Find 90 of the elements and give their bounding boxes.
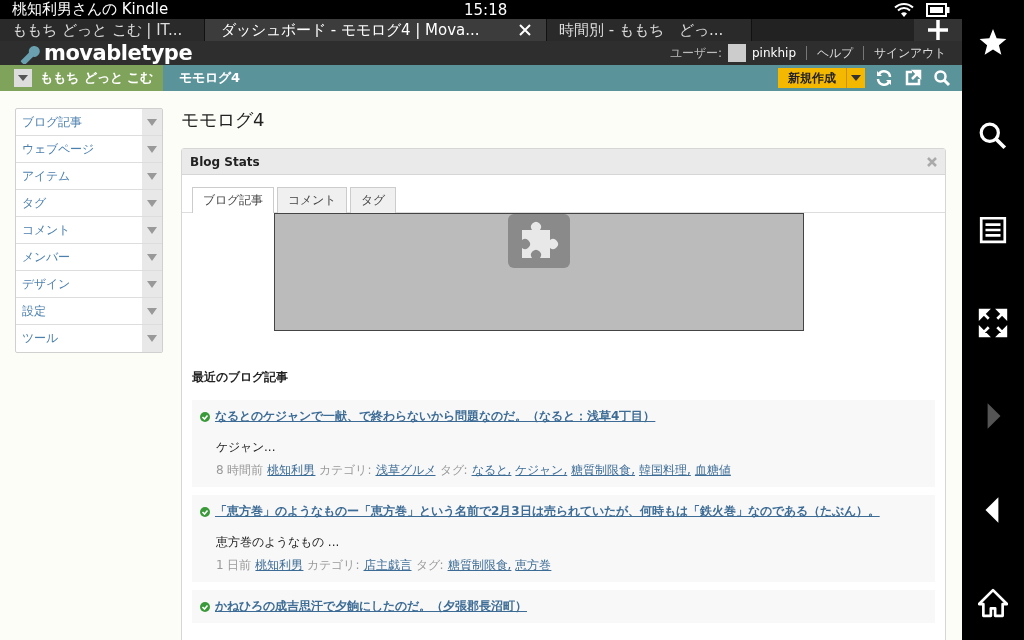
user-label: ユーザー: bbox=[669, 44, 722, 62]
caret-icon bbox=[147, 280, 157, 288]
caret-icon bbox=[147, 118, 157, 126]
tag-link[interactable]: 糖質制限食, bbox=[571, 462, 636, 479]
caret-icon bbox=[147, 145, 157, 153]
tab-title: ももち どっと こむ | IT... bbox=[12, 20, 183, 40]
entry-excerpt: 恵方巻のようなもの ... bbox=[216, 534, 341, 551]
header-link[interactable]: ヘルプ bbox=[817, 44, 853, 62]
dropdown-toggle[interactable] bbox=[142, 298, 162, 324]
caret-icon bbox=[147, 226, 157, 234]
entry-time: 1 日前 bbox=[216, 557, 252, 574]
site-crumb[interactable]: ももち どっと こむ bbox=[0, 65, 164, 91]
menu-item[interactable]: タグ bbox=[16, 190, 142, 216]
tab-title: ダッシュボード - モモログ4 | Mova... bbox=[221, 20, 480, 40]
caret-icon bbox=[147, 335, 157, 342]
entry-time: 8 時間前 bbox=[216, 462, 264, 479]
check-icon bbox=[200, 601, 210, 612]
menu-item[interactable]: ツール bbox=[16, 325, 142, 352]
battery-icon bbox=[926, 2, 950, 17]
caret-icon bbox=[147, 199, 157, 207]
dropdown-toggle[interactable] bbox=[142, 271, 162, 297]
caret-icon bbox=[18, 75, 28, 81]
caret-icon bbox=[147, 307, 157, 315]
caret-icon bbox=[147, 253, 157, 261]
logo: movabletype bbox=[44, 41, 193, 65]
tag-label: タグ: bbox=[439, 462, 468, 479]
dropdown-toggle[interactable] bbox=[142, 163, 162, 189]
avatar-icon bbox=[727, 44, 746, 62]
section-title: 最近のブログ記事 bbox=[192, 369, 289, 386]
dropdown-toggle[interactable] bbox=[142, 109, 162, 135]
tag-link[interactable]: 恵方巻 bbox=[515, 557, 552, 574]
tag-link[interactable]: 韓国料理, bbox=[639, 462, 691, 479]
menu-item[interactable]: ウェブページ bbox=[16, 136, 142, 162]
widget-title: Blog Stats bbox=[190, 154, 260, 169]
check-icon bbox=[200, 411, 210, 422]
dropdown-toggle[interactable] bbox=[142, 325, 162, 352]
dropdown-toggle[interactable] bbox=[142, 136, 162, 162]
blog-name[interactable]: モモログ4 bbox=[163, 69, 241, 87]
browser-tab[interactable]: ダッシュボード - モモログ4 | Mova... bbox=[205, 19, 547, 41]
header-link[interactable]: サインアウト bbox=[874, 44, 946, 62]
dropdown-toggle[interactable] bbox=[142, 244, 162, 270]
menu-item[interactable]: コメント bbox=[16, 217, 142, 243]
clock-time: 15:18 bbox=[464, 0, 508, 19]
browser-tab[interactable]: 時間別 - ももち どっ... bbox=[547, 19, 752, 41]
user-name[interactable]: pinkhip bbox=[751, 46, 796, 60]
list-icon[interactable] bbox=[978, 214, 1008, 245]
tag-link[interactable]: 血糖値 bbox=[694, 462, 731, 479]
author-link[interactable]: 桃知利男 bbox=[255, 557, 304, 574]
category-link[interactable]: 店主戯言 bbox=[363, 557, 412, 574]
tag-link[interactable]: なると, bbox=[471, 462, 512, 479]
entry-title-link[interactable]: 「恵方巻」のようなものー「恵方巻」という名前で2月3日は売られていたが、何時もは「鉄火巻」なのである（たぶん）。 bbox=[215, 503, 880, 520]
menu-item[interactable]: メンバー bbox=[16, 244, 142, 270]
category-label: カテゴリ: bbox=[307, 557, 360, 574]
tag-link[interactable]: ケジャン, bbox=[515, 462, 568, 479]
dropdown-toggle[interactable] bbox=[142, 217, 162, 243]
entry-title-link[interactable]: なるとのケジャンで一献、で終わらないから問題なのだ。（なると：浅草4丁目） bbox=[215, 408, 656, 425]
author-link[interactable]: 桃知利男 bbox=[267, 462, 316, 479]
menu-item[interactable]: 設定 bbox=[16, 298, 142, 324]
category-label: カテゴリ: bbox=[319, 462, 372, 479]
menu-item[interactable]: ブログ記事 bbox=[16, 109, 142, 135]
page-title: モモログ4 bbox=[181, 108, 266, 132]
menu-item[interactable]: アイテム bbox=[16, 163, 142, 189]
widget-tab[interactable]: コメント bbox=[277, 187, 347, 213]
search-icon[interactable] bbox=[978, 121, 1008, 152]
dropdown-button[interactable] bbox=[846, 68, 865, 88]
category-link[interactable]: 浅草グルメ bbox=[375, 462, 436, 479]
widget-tab[interactable]: ブログ記事 bbox=[192, 187, 274, 213]
caret-icon bbox=[851, 75, 861, 81]
new-tab-button[interactable] bbox=[914, 19, 962, 41]
wifi-icon bbox=[894, 1, 914, 18]
site-name[interactable]: ももち どっと こむ bbox=[40, 69, 154, 87]
tag-link[interactable]: 糖質制限食, bbox=[447, 557, 512, 574]
entry-title-link[interactable]: かねひろの成吉思汗で夕餉にしたのだ。（夕張郡長沼町） bbox=[215, 598, 527, 615]
tag-label: タグ: bbox=[415, 557, 444, 574]
widget-tab[interactable]: タグ bbox=[350, 187, 396, 213]
create-button[interactable]: 新規作成 bbox=[778, 68, 846, 88]
entry-excerpt: ケジャン... bbox=[216, 439, 277, 456]
refresh-icon[interactable] bbox=[875, 69, 893, 87]
caret-icon bbox=[147, 172, 157, 180]
home-icon[interactable] bbox=[978, 587, 1008, 618]
device-title: 桃知利男さんの Kindle bbox=[12, 0, 169, 19]
dropdown-toggle[interactable] bbox=[142, 190, 162, 216]
check-icon bbox=[200, 506, 210, 517]
dropdown-icon[interactable] bbox=[14, 69, 32, 87]
menu-item[interactable]: デザイン bbox=[16, 271, 142, 297]
fullscreen-icon[interactable] bbox=[978, 308, 1008, 338]
external-link-icon[interactable] bbox=[904, 69, 922, 87]
browser-tab[interactable]: ももち どっと こむ | IT... bbox=[0, 19, 205, 41]
plus-icon[interactable] bbox=[927, 19, 949, 41]
tab-title: 時間別 - ももち どっ... bbox=[559, 20, 724, 40]
